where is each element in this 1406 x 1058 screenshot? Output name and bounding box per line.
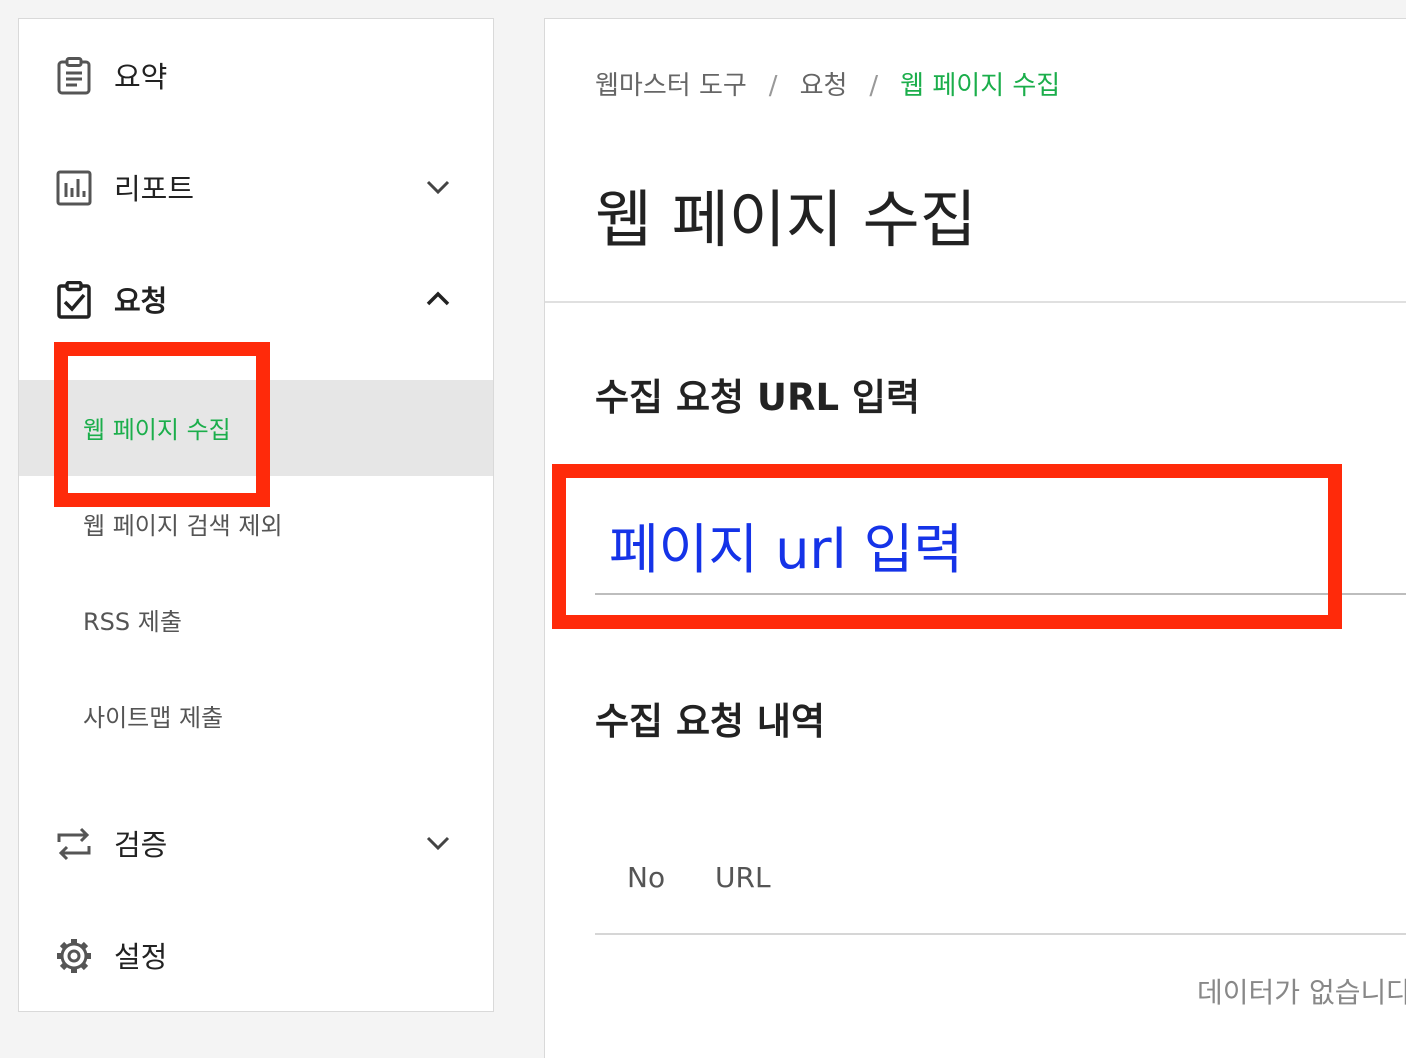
breadcrumb-separator: / [768,71,778,101]
sidebar-item-settings[interactable]: 설정 [19,925,493,985]
sidebar-subitem-label: RSS 제출 [83,608,182,636]
sidebar-item-label: 요청 [114,284,168,318]
table-empty-message: 데이터가 없습니다 [1197,976,1406,1009]
sidebar-item-report[interactable]: 리포트 [19,157,493,217]
sidebar-subitem-label: 사이트맵 제출 [83,704,224,732]
table-header-no: No [627,861,666,894]
main-panel: 웹마스터 도구 / 요청 / 웹 페이지 수집 웹 페이지 수집 수집 요청 URL 입… [544,18,1406,1058]
breadcrumb-current: 웹 페이지 수집 [900,71,1061,101]
chevron-up-icon[interactable] [424,287,452,311]
sidebar-subitem-sitemap-submit[interactable]: 사이트맵 제출 [19,668,493,764]
url-section-title: 수집 요청 URL 입력 [595,376,920,419]
sidebar-item-label: 검증 [114,828,168,862]
sidebar-subitem-label: 웹 페이지 검색 제외 [83,512,283,540]
url-input[interactable] [595,505,1406,595]
history-section-title: 수집 요청 내역 [595,700,826,743]
table-header-divider [595,933,1406,935]
bar-chart-icon [56,170,92,206]
sidebar-item-verify[interactable]: 검증 [19,813,493,873]
sidebar-item-request[interactable]: 요청 [19,269,493,329]
sync-arrows-icon [57,827,91,861]
sidebar-subitem-label: 웹 페이지 수집 [83,416,231,444]
clipboard-list-icon [57,57,91,95]
sidebar-subitem-web-page-exclude[interactable]: 웹 페이지 검색 제외 [19,476,493,572]
chevron-down-icon[interactable] [424,831,452,855]
sidebar-item-label: 설정 [114,940,168,974]
breadcrumb: 웹마스터 도구 / 요청 / 웹 페이지 수집 [595,65,1060,102]
sidebar-subitem-web-page-collect[interactable]: 웹 페이지 수집 [19,380,493,476]
sidebar-subitem-rss-submit[interactable]: RSS 제출 [19,572,493,668]
title-divider [545,301,1406,303]
sidebar-item-summary[interactable]: 요약 [19,45,493,105]
gear-icon [57,939,91,973]
sidebar: 요약 리포트 요청 웹 페이지 수집 웹 페이지 검색 제외 RSS 제출 사이… [18,18,494,1012]
page-title: 웹 페이지 수집 [595,183,977,256]
breadcrumb-level2[interactable]: 요청 [800,71,848,101]
breadcrumb-level1[interactable]: 웹마스터 도구 [595,71,747,101]
sidebar-item-label: 요약 [114,60,168,94]
chevron-down-icon[interactable] [424,175,452,199]
sidebar-item-label: 리포트 [114,172,195,206]
table-header-url: URL [715,861,771,894]
breadcrumb-separator: / [869,71,879,101]
clipboard-check-icon [57,281,91,319]
